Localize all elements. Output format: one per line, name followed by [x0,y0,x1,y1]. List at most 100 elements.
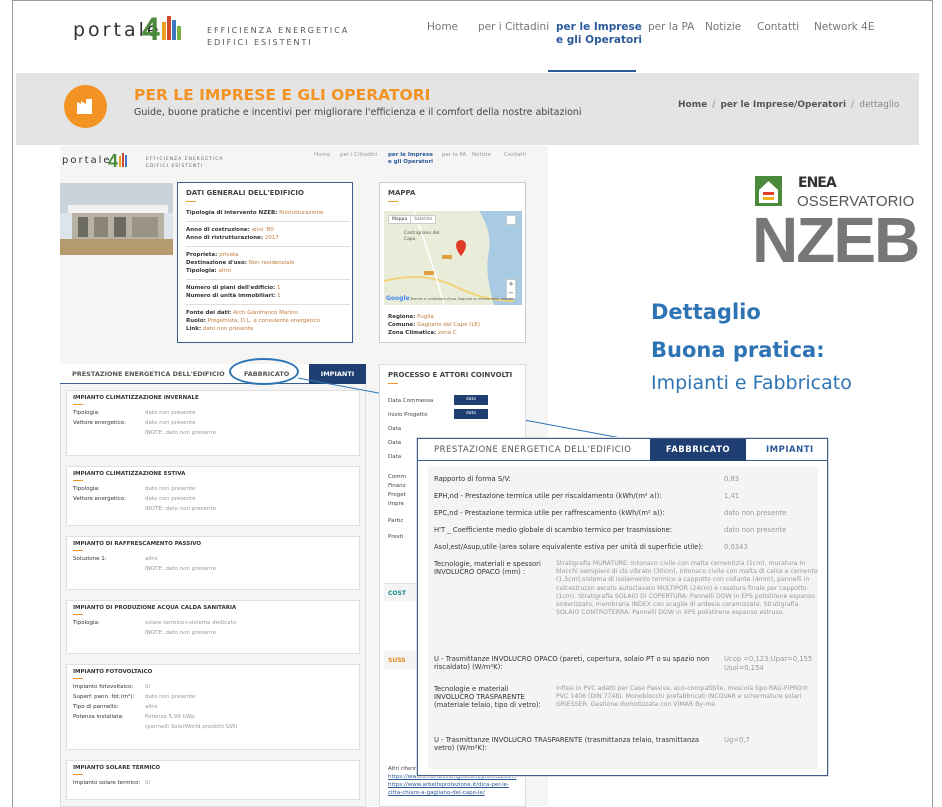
nav-active-underline [548,70,636,72]
prop-value-ht: dato non presente [724,526,787,534]
processo-cell: dato [454,395,488,405]
prop-value-epc: dato non presente [724,509,787,517]
crumb-section[interactable]: per le Imprese/Operatori [720,100,846,110]
dati-row-link: Link: dato non presente [186,326,254,332]
prop-label-sv: Rapporto di forma S/V: [434,475,511,483]
nav-home[interactable]: Home [427,21,458,34]
map-type-map-button[interactable]: Mappa [388,215,412,224]
enea-house-icon [755,176,782,206]
mappa-card: MAPPA Mappa Satellite Castrignano del Ca… [379,182,526,343]
nav-network[interactable]: Network 4E [814,21,875,34]
map-terms[interactable]: Termini e condizioni d'uso Segnala un er… [410,297,513,301]
prop-label-asol: Asol,est/Asup,utile (area solare equival… [434,543,704,551]
processo-title: PROCESSO E ATTORI COINVOLTI [388,371,513,379]
mini-nav-cittadini: per i Cittadini [340,152,378,158]
dati-row-destinazione: Destinazione d'uso: Non residenziale [186,260,295,266]
mappa-title-underline [388,201,398,202]
impianto-underline [73,404,83,405]
svg-text:4: 4 [108,151,118,170]
dati-row-anno-costruzione: Anno di costruzione: anni '80 [186,221,350,234]
callout-impianti-fabbricato: Impianti e Fabbricato [651,372,852,394]
impianto-note: INOTE: dato non presente [145,630,217,636]
map-fullscreen-icon[interactable] [506,215,516,225]
mini-logo-4-icon: 4 [108,151,127,170]
prop-label-tec-opaco: Tecnologie, materiali e spessori INVOLUC… [434,560,541,576]
mini-tag-2: EDIFICI ESISTENTI [146,164,204,169]
dati-row-anno-ristrutturazione: Anno di ristrutturazione: 2017 [186,235,279,241]
nav-contatti[interactable]: Contatti [757,21,799,34]
callout-buona-pratica: Buona pratica: [651,338,825,362]
nav-cittadini[interactable]: per i Cittadini [478,21,549,34]
breadcrumb: Home / per le Imprese/Operatori / dettag… [678,92,899,111]
mini-nav-contatti: Contatti [504,152,527,158]
ref-link-3[interactable]: citta-chiaro-a-gagliano-del-capo-le/ [388,789,485,797]
prop-label-eph: EPH,nd - Prestazione termica utile per r… [434,492,662,500]
impianto-title: IMPIANTO FOTOVOLTAICO [73,669,153,675]
impianto-row: Tipo di pannello: altro [73,704,158,710]
map-view[interactable] [384,211,522,305]
prop-value-asol: 0,0343 [724,543,748,551]
impianto-row: Superf. pann. fot.(m²): dato non presente [73,694,196,700]
processo-row: Data [388,426,402,432]
crumb-home[interactable]: Home [678,100,707,110]
dati-row-piani: Numero di piani dell'edificio: 1 [186,279,350,292]
impianto-title: IMPIANTO CLIMATIZZAZIONE ESTIVA [73,471,186,477]
impianto-note: INOTE: dato non presente [145,566,217,572]
nav-pa[interactable]: per la PA [648,21,694,34]
dati-title: DATI GENERALI DELL'EDIFICIO [186,189,304,197]
logo-tagline-1: EFFICIENZA ENERGETICA [207,26,350,35]
impianto-row: Potenza installata: Potenza 5,99 kWp [73,714,195,720]
impianto-row: Soluzione 1: altro [73,556,158,562]
impianto-row: Impianto fotovoltaico: Si [73,684,151,690]
prop-label-epc: EPC,nd - Prestazione termica utile per r… [434,509,665,517]
map-google-logo: Google [386,295,410,302]
mini-nav-pa: per la PA [442,152,467,158]
panel-tab-fabbricato[interactable]: FABBRICATO [650,439,746,461]
impianto-title: IMPIANTO SOLARE TERMICO [73,765,161,771]
impianto-title: IMPIANTO DI RAFFRESCAMENTO PASSIVO [73,541,202,547]
ref-link-2[interactable]: https://www.arbeitsprotezione.it/dica-pe… [388,781,509,789]
processo-side-2: Finanz [388,483,406,489]
logo-tagline-2: EDIFICI ESISTENTI [207,38,313,47]
processo-row: Data [388,440,402,446]
mappa-title: MAPPA [388,189,416,197]
mini-logo-text: portale [62,155,112,166]
nav-imprese[interactable]: per le Imprese e gli Operatori [556,21,642,47]
callout-dettaglio: Dettaglio [651,300,761,324]
mappa-comune: Comune: Gagliano del Capo (LE) [388,322,481,328]
impianto-underline [73,550,83,551]
impianto-underline [73,480,83,481]
nav-imprese-line2: e gli Operatori [556,34,642,46]
mini-nav-imprese-2: e gli Operatori [388,159,434,165]
map-type-satellite-button[interactable]: Satellite [410,215,437,224]
impianto-row: Tipologia: dato non presente [73,486,196,492]
prop-label-tec-trasp: Tecnologie e materiali INVOLUCRO TRASPAR… [434,685,541,709]
prop-value-u-opaco-2: Usol=0,154 [724,664,764,672]
mappa-regione: Regione: Puglia [388,314,434,320]
processo-underline [388,383,398,384]
prop-value-u-opaco-1: Ucop =0,123;Upar=0,155 [724,655,813,663]
crumb-sep-2: / [851,100,855,110]
dati-row-tipologia-intervento: Tipologia di intervento NZEB: Ristruttur… [186,210,324,216]
dati-row-unita: Numero di unità immobiliari: 1 [186,293,281,299]
impianto-row: Tipologia: solare termico+sistema dedicat… [73,620,237,626]
impianti-list: IMPIANTO CLIMATIZZAZIONE INVERNALE Tipol… [66,390,360,800]
panel-tab-impianti[interactable]: IMPIANTI [766,445,814,455]
prop-value-tec-opaco: Stratigrafia MURATURE: Intonaco civile c… [556,560,818,617]
impianto-note: INOTE: dato non presente [145,430,217,436]
impianto-note: (pannelli SolarWorld prodotti GW) [145,724,238,730]
processo-side-1: Comm [388,474,406,480]
prop-value-tec-trasp: Infissi in PVC adatti per Case Passive, … [556,685,809,709]
panel-tab-prestazione[interactable]: PRESTAZIONE ENERGETICA DELL'EDIFICIO [434,445,631,455]
map-place-label: Castrignano del Capo [404,231,440,242]
prop-value-sv: 0,83 [724,475,740,483]
enea-label: ENEA [798,175,837,191]
impianto-card-invernale: IMPIANTO CLIMATIZZAZIONE INVERNALE Tipol… [66,390,360,456]
map-zoom-control[interactable]: + − [506,279,516,299]
impianto-underline [73,678,83,679]
left-tab-prestazione[interactable]: PRESTAZIONE ENERGETICA DELL'EDIFICIO [72,370,225,378]
mini-nav-notizie: Notizie [472,152,491,158]
page-subtitle: Guide, buone pratiche e incentivi per mi… [134,107,582,118]
nav-notizie[interactable]: Notizie [705,21,741,34]
impianto-title: IMPIANTO DI PRODUZIONE ACQUA CALDA SANIT… [73,605,237,611]
